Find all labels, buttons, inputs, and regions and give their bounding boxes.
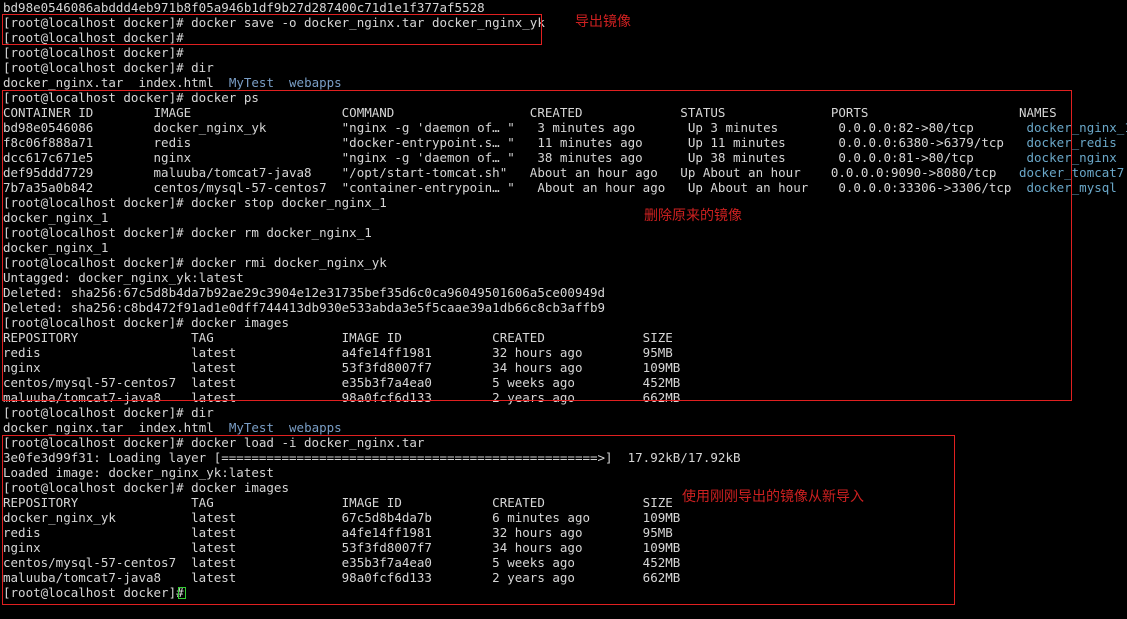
terminal-line: nginx latest 53f3fd8007f7 34 hours ago 1… [3, 360, 681, 375]
terminal-line: [root@localhost docker]# [3, 585, 192, 600]
terminal-line: def95ddd7729 maluuba/tomcat7-java8 "/opt… [3, 165, 1124, 180]
terminal-line: 7b7a35a0b842 centos/mysql-57-centos7 "co… [3, 180, 1117, 195]
terminal-line: nginx latest 53f3fd8007f7 34 hours ago 1… [3, 540, 681, 555]
row-text: dcc617c671e5 nginx "nginx -g 'daemon of…… [3, 150, 1027, 165]
terminal-line: docker_nginx_yk latest 67c5d8b4da7b 6 mi… [3, 510, 681, 525]
terminal-line: docker_nginx_1 [3, 210, 109, 225]
dir-webapps: webapps [289, 420, 342, 435]
row-text: 7b7a35a0b842 centos/mysql-57-centos7 "co… [3, 180, 1027, 195]
container-name: docker_nginx [1026, 150, 1117, 165]
terminal-line: [root@localhost docker]# docker images [3, 480, 289, 495]
container-name: docker_mysql [1026, 180, 1117, 195]
terminal-line: [root@localhost docker]# docker stop doc… [3, 195, 387, 210]
dir-mytest: MyTest [228, 420, 274, 435]
terminal-line: [root@localhost docker]# docker rm docke… [3, 225, 372, 240]
terminal-line: Deleted: sha256:67c5d8b4da7b92ae29c3904e… [3, 285, 606, 300]
terminal-line: bd98e0546086abddd4eb971b8f05a946b1df9b27… [3, 0, 485, 15]
row-text: def95ddd7729 maluuba/tomcat7-java8 "/opt… [3, 165, 1019, 180]
terminal-line: docker_nginx_1 [3, 240, 109, 255]
annotation-label: 删除原来的镜像 [644, 208, 742, 224]
terminal-line: redis latest a4fe14ff1981 32 hours ago 9… [3, 525, 673, 540]
terminal-line: Untagged: docker_nginx_yk:latest [3, 270, 244, 285]
terminal-screen[interactable]: bd98e0546086abddd4eb971b8f05a946b1df9b27… [0, 0, 1127, 619]
file-docker-nginx-tar: docker_nginx.tar [3, 75, 124, 90]
terminal-cursor [178, 587, 186, 599]
terminal-line: Deleted: sha256:c8bd472f91ad1e0dff744413… [3, 300, 606, 315]
file-index-html: index.html [138, 75, 214, 90]
terminal-line: Loaded image: docker_nginx_yk:latest [3, 465, 274, 480]
dir-mytest: MyTest [228, 75, 274, 90]
terminal-line: [root@localhost docker]# dir [3, 60, 214, 75]
terminal-line: [root@localhost docker]# [3, 30, 184, 45]
terminal-line: REPOSITORY TAG IMAGE ID CREATED SIZE [3, 330, 673, 345]
terminal-line: CONTAINER ID IMAGE COMMAND CREATED STATU… [3, 105, 1057, 120]
terminal-line: [root@localhost docker]# docker ps [3, 90, 259, 105]
terminal-line: [root@localhost docker]# docker save -o … [3, 15, 545, 30]
row-text: bd98e0546086 docker_nginx_yk "nginx -g '… [3, 120, 1027, 135]
file-docker-nginx-tar: docker_nginx.tar [3, 420, 124, 435]
terminal-line: docker_nginx.tar index.html MyTest webap… [3, 75, 342, 90]
container-name: docker_tomcat7 [1018, 165, 1125, 180]
terminal-line: dcc617c671e5 nginx "nginx -g 'daemon of…… [3, 150, 1117, 165]
terminal-line: REPOSITORY TAG IMAGE ID CREATED SIZE [3, 495, 673, 510]
terminal-line: f8c06f888a71 redis "docker-entrypoint.s…… [3, 135, 1117, 150]
annotation-label: 导出镜像 [575, 14, 631, 30]
terminal-line: 3e0fe3d99f31: Loading layer [===========… [3, 450, 741, 465]
file-index-html: index.html [138, 420, 214, 435]
terminal-line: maluuba/tomcat7-java8 latest 98a0fcf6d13… [3, 390, 681, 405]
terminal-line: centos/mysql-57-centos7 latest e35b3f7a4… [3, 375, 681, 390]
terminal-line: [root@localhost docker]# docker rmi dock… [3, 255, 387, 270]
row-text: f8c06f888a71 redis "docker-entrypoint.s…… [3, 135, 1027, 150]
dir-webapps: webapps [289, 75, 342, 90]
container-name: docker_nginx_1 [1026, 120, 1127, 135]
terminal-line: [root@localhost docker]# [3, 45, 184, 60]
terminal-line: [root@localhost docker]# docker images [3, 315, 289, 330]
container-name: docker_redis [1026, 135, 1117, 150]
terminal-line: docker_nginx.tar index.html MyTest webap… [3, 420, 342, 435]
annotation-label: 使用刚刚导出的镜像从新导入 [682, 489, 864, 505]
terminal-line: centos/mysql-57-centos7 latest e35b3f7a4… [3, 555, 681, 570]
terminal-line: [root@localhost docker]# docker load -i … [3, 435, 425, 450]
terminal-line: [root@localhost docker]# dir [3, 405, 214, 420]
terminal-line: redis latest a4fe14ff1981 32 hours ago 9… [3, 345, 673, 360]
terminal-line: bd98e0546086 docker_nginx_yk "nginx -g '… [3, 120, 1127, 135]
terminal-line: maluuba/tomcat7-java8 latest 98a0fcf6d13… [3, 570, 681, 585]
